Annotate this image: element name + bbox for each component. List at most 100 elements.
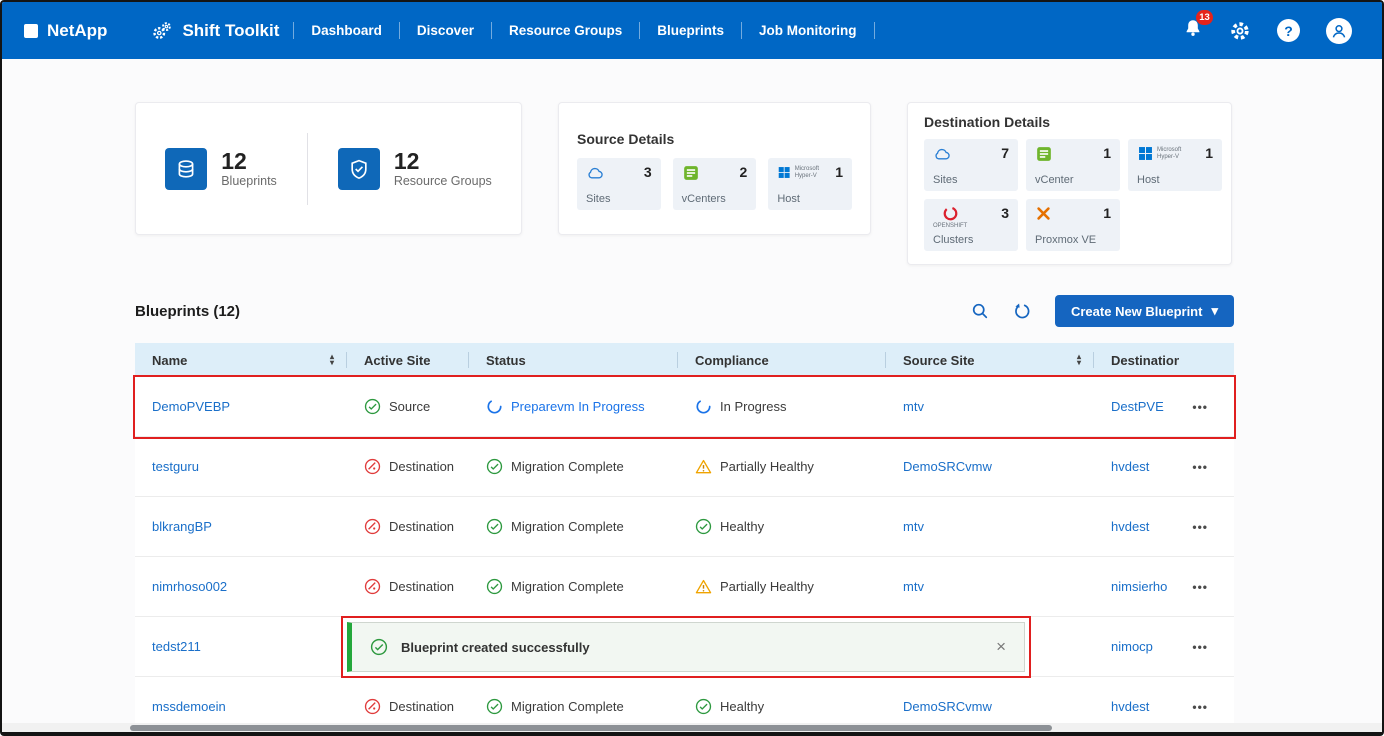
toast-message: Blueprint created successfully <box>401 640 590 655</box>
check-circle-icon <box>486 518 503 535</box>
source-sites-tile: 3 Sites <box>577 158 661 210</box>
blueprint-name-link[interactable]: testguru <box>152 459 199 474</box>
source-details-card: Source Details 3 Sites 2 <box>558 102 871 235</box>
tile-label: Proxmox VE <box>1035 234 1111 246</box>
gear-icon[interactable] <box>1229 20 1251 42</box>
tile-count: 1 <box>1103 205 1111 221</box>
blueprint-name-link[interactable]: tedst211 <box>152 639 201 654</box>
col-header-source-site[interactable]: Source Site ▴▾ <box>886 343 1094 377</box>
col-header-compliance[interactable]: Compliance <box>678 343 886 377</box>
netapp-logo[interactable]: NetApp <box>24 21 107 41</box>
col-label: Name <box>152 353 187 368</box>
active-site-value: Source <box>389 399 430 414</box>
blueprint-name-link[interactable]: blkrangBP <box>152 519 212 534</box>
check-circle-icon <box>486 458 503 475</box>
col-header-active-site[interactable]: Active Site <box>347 343 469 377</box>
row-menu-button[interactable]: ••• <box>1192 700 1208 714</box>
source-site-link[interactable]: mtv <box>903 399 924 414</box>
nav-label: Resource Groups <box>509 23 622 38</box>
notifications-button[interactable]: 13 <box>1183 18 1203 43</box>
col-header-name[interactable]: Name ▴▾ <box>135 343 347 377</box>
active-site-value: Destination <box>389 519 454 534</box>
table-row-testguru: testguru Destination Migration Complete … <box>135 437 1234 497</box>
database-icon <box>175 158 197 180</box>
destination-details-card: Destination Details 7 Sites 1 <box>907 102 1232 265</box>
row-menu-button[interactable]: ••• <box>1192 460 1208 474</box>
blueprint-name-link[interactable]: nimrhoso002 <box>152 579 227 594</box>
sort-icon[interactable]: ▴▾ <box>330 354 334 367</box>
hyperv-caption: Microsoft Hyper-V <box>795 166 836 179</box>
row-menu-button[interactable]: ••• <box>1192 640 1208 654</box>
destination-status-icon <box>364 518 381 535</box>
vcenter-icon <box>1035 145 1053 163</box>
source-host-tile: Microsoft Hyper-V 1 Host <box>768 158 852 210</box>
brand-name: NetApp <box>47 21 107 41</box>
cloud-icon <box>933 145 951 163</box>
status-value: Migration Complete <box>511 519 624 534</box>
resource-groups-count: 12 <box>394 149 492 173</box>
nav-label: Discover <box>417 23 474 38</box>
check-circle-icon <box>486 578 503 595</box>
user-avatar[interactable] <box>1326 18 1352 44</box>
close-icon[interactable]: × <box>996 637 1006 657</box>
warning-icon <box>695 458 712 475</box>
shield-icon <box>348 158 370 180</box>
main-content: 12 Blueprints 12 Resource Groups <box>2 59 1382 736</box>
sort-icon[interactable]: ▴▾ <box>1077 354 1081 367</box>
tile-count: 3 <box>1001 205 1009 221</box>
blueprint-name-link[interactable]: mssdemoein <box>152 699 226 714</box>
source-site-link[interactable]: mtv <box>903 519 924 534</box>
sort-down-icon: ▾ <box>330 360 334 367</box>
table-row-demopvebp: DemoPVEBP Source Preparevm In Progress I… <box>135 377 1234 437</box>
openshift-icon <box>942 205 959 222</box>
status-value: Preparevm In Progress <box>511 399 645 414</box>
destination-link[interactable]: hvdest <box>1111 519 1149 534</box>
nav-item-dashboard[interactable]: Dashboard <box>294 22 400 39</box>
tile-count: 2 <box>740 164 748 180</box>
active-site-value: Destination <box>389 699 454 714</box>
source-site-link[interactable]: mtv <box>903 579 924 594</box>
horizontal-scrollbar[interactable] <box>2 723 1382 732</box>
row-menu-button[interactable]: ••• <box>1192 580 1208 594</box>
compliance-value: Partially Healthy <box>720 579 814 594</box>
check-circle-icon <box>695 698 712 715</box>
status-value: Migration Complete <box>511 459 624 474</box>
nav-item-resource-groups[interactable]: Resource Groups <box>492 22 640 39</box>
source-details-title: Source Details <box>577 131 852 147</box>
destination-link[interactable]: nimsierho <box>1111 579 1167 594</box>
source-site-link[interactable]: DemoSRCvmw <box>903 699 992 714</box>
destination-status-icon <box>364 698 381 715</box>
refresh-icon[interactable] <box>1013 302 1031 320</box>
scrollbar-thumb[interactable] <box>130 725 1052 731</box>
col-label: Active Site <box>364 353 430 368</box>
row-menu-button[interactable]: ••• <box>1192 400 1208 414</box>
search-icon[interactable] <box>971 302 989 320</box>
nav-item-blueprints[interactable]: Blueprints <box>640 22 742 39</box>
destination-link[interactable]: nimocp <box>1111 639 1153 654</box>
destination-link[interactable]: hvdest <box>1111 699 1149 714</box>
create-new-blueprint-button[interactable]: Create New Blueprint ▾ <box>1055 295 1234 327</box>
nav-item-discover[interactable]: Discover <box>400 22 492 39</box>
source-site-link[interactable]: DemoSRCvmw <box>903 459 992 474</box>
nav-item-job-monitoring[interactable]: Job Monitoring <box>742 22 874 39</box>
compliance-value: In Progress <box>720 399 786 414</box>
help-button[interactable]: ? <box>1277 19 1300 42</box>
hyperv-icon <box>1137 145 1154 162</box>
tile-label: vCenter <box>1035 174 1111 186</box>
table-row-nimrhoso002: nimrhoso002 Destination Migration Comple… <box>135 557 1234 617</box>
divider <box>307 133 308 205</box>
app-title-label: Shift Toolkit <box>182 21 279 41</box>
destination-link[interactable]: hvdest <box>1111 459 1149 474</box>
tile-label: Host <box>1137 174 1213 186</box>
warning-icon <box>695 578 712 595</box>
row-menu-button[interactable]: ••• <box>1192 520 1208 534</box>
col-header-status[interactable]: Status <box>469 343 678 377</box>
col-header-destination[interactable]: Destination <box>1094 343 1234 377</box>
compliance-value: Partially Healthy <box>720 459 814 474</box>
col-label: Source Site <box>903 353 975 368</box>
blueprint-name-link[interactable]: DemoPVEBP <box>152 399 230 414</box>
hyperv-icon <box>777 164 791 181</box>
app-window: NetApp Shift Toolkit Dashboard Discover … <box>0 0 1384 736</box>
destination-link[interactable]: DestPVE <box>1111 399 1164 414</box>
blueprints-label: Blueprints <box>221 174 277 188</box>
